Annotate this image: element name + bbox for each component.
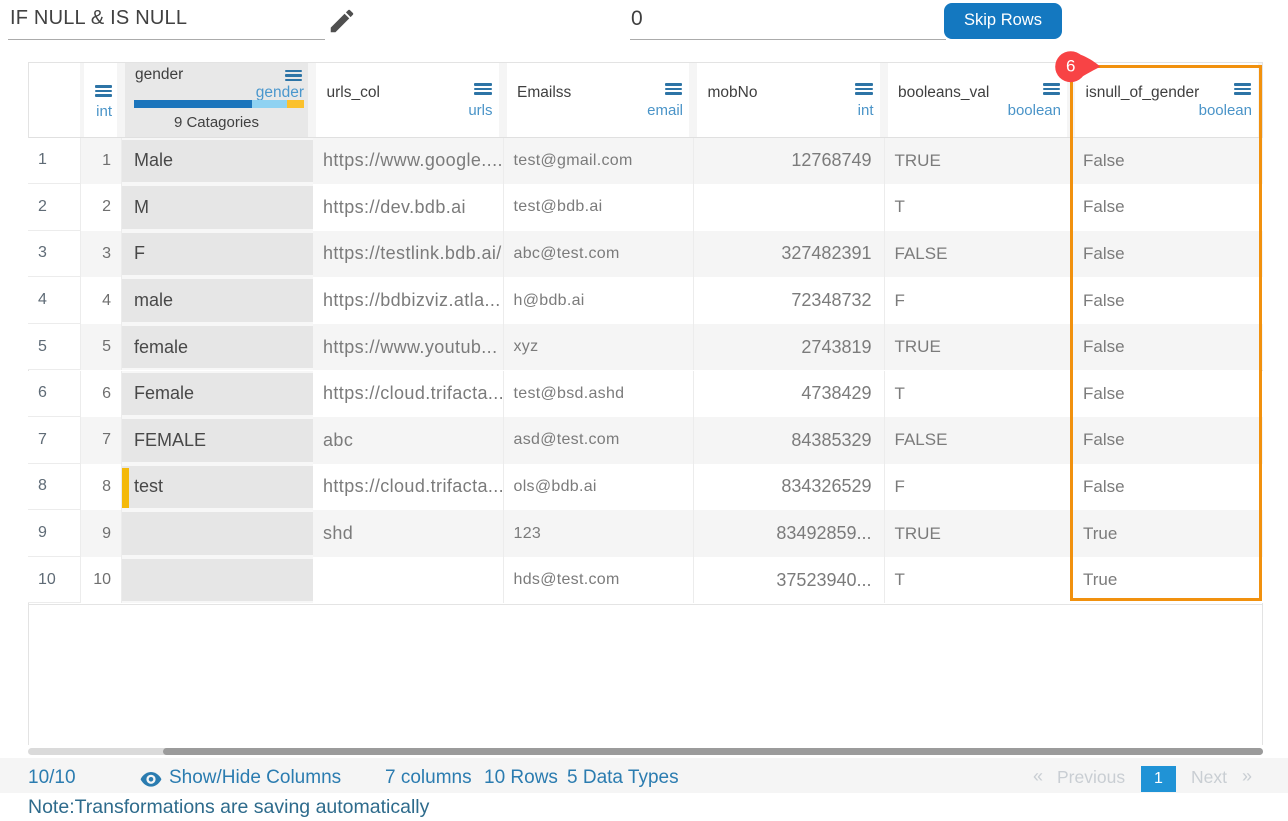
svg-text:6: 6: [1066, 56, 1075, 75]
